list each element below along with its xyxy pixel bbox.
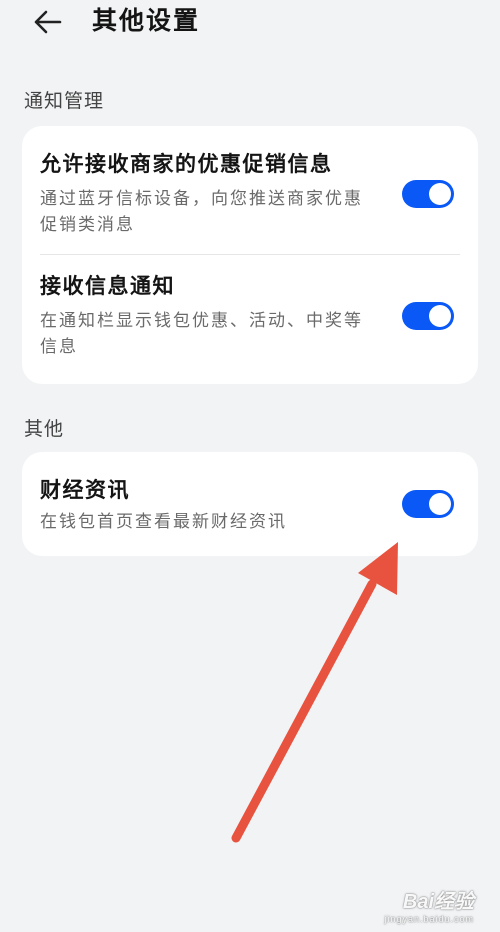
baidu-watermark: Bai经验 jingyan.baidu.com xyxy=(384,885,474,924)
other-settings-card: 财经资讯 在钱包首页查看最新财经资讯 xyxy=(22,452,478,556)
arrow-left-icon xyxy=(34,10,62,34)
app-header: 其他设置 xyxy=(0,0,500,48)
setting-item-merchant-promo[interactable]: 允许接收商家的优惠促销信息 通过蓝牙信标设备，向您推送商家优惠促销类消息 xyxy=(22,126,478,254)
merchant-promo-toggle[interactable] xyxy=(402,180,454,208)
section-title-other: 其他 xyxy=(24,418,65,440)
setting-item-message-notify[interactable]: 接收信息通知 在通知栏显示钱包优惠、活动、中奖等信息 xyxy=(22,255,478,384)
message-notify-toggle[interactable] xyxy=(402,302,454,330)
setting-item-description: 在通知栏显示钱包优惠、活动、中奖等信息 xyxy=(40,311,363,357)
setting-item-title: 接收信息通知 xyxy=(40,274,175,298)
toggle-knob xyxy=(429,305,451,327)
setting-item-title: 允许接收商家的优惠促销信息 xyxy=(40,152,333,176)
back-button[interactable] xyxy=(30,4,70,40)
watermark-url: jingyan.baidu.com xyxy=(384,914,474,924)
setting-item-finance-news[interactable]: 财经资讯 在钱包首页查看最新财经资讯 xyxy=(22,452,478,556)
finance-news-toggle[interactable] xyxy=(402,490,454,518)
watermark-logo: Bai经验 xyxy=(402,891,474,913)
notification-settings-card: 允许接收商家的优惠促销信息 通过蓝牙信标设备，向您推送商家优惠促销类消息 接收信… xyxy=(22,126,478,384)
setting-item-title: 财经资讯 xyxy=(40,478,130,502)
section-title-notification: 通知管理 xyxy=(24,90,105,112)
page-title: 其他设置 xyxy=(92,6,201,35)
toggle-knob xyxy=(429,183,451,205)
setting-item-description: 在钱包首页查看最新财经资讯 xyxy=(40,512,287,532)
setting-item-description: 通过蓝牙信标设备，向您推送商家优惠促销类消息 xyxy=(40,189,363,235)
toggle-knob xyxy=(429,493,451,515)
